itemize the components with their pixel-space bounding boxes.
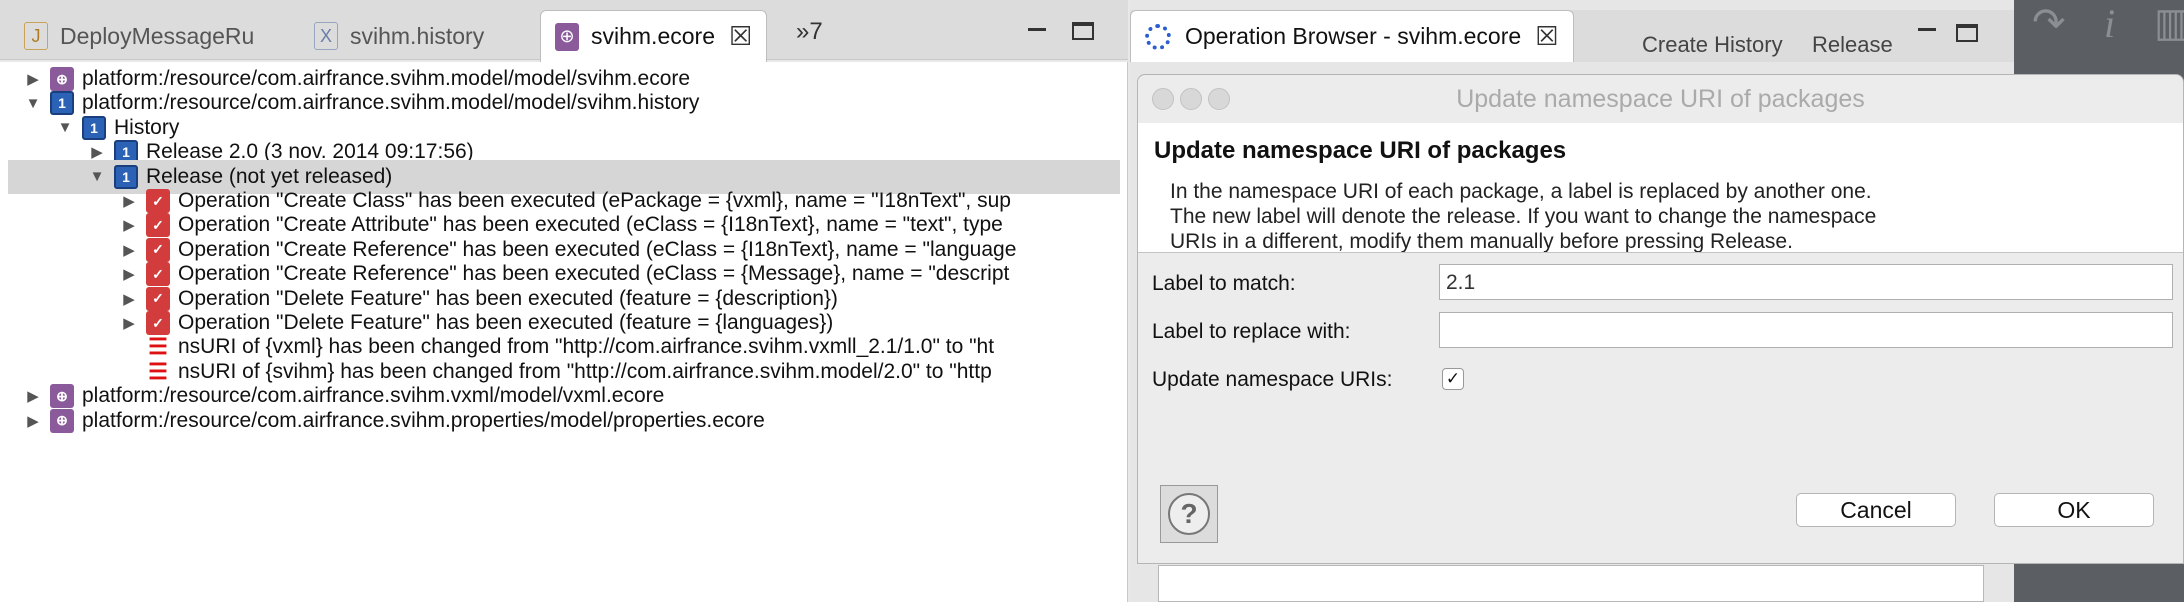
chevron-right-icon[interactable]: ▶ (118, 314, 140, 332)
update-namespace-dialog: Update namespace URI of packages Update … (1137, 74, 2184, 564)
chevron-right-icon[interactable]: ▶ (118, 192, 140, 210)
minimize-icon[interactable] (1028, 28, 1046, 31)
tree-item-label: platform:/resource/com.airfrance.svihm.p… (82, 408, 765, 432)
update-namespace-uris-label: Update namespace URIs: (1152, 368, 1393, 391)
checkmark-icon: ✓ (1445, 369, 1461, 388)
chevron-right-icon[interactable]: ▶ (22, 412, 44, 430)
ecore-file-icon: ⊕ (555, 22, 579, 51)
operation-browser-tab-bar: Operation Browser - svihm.ecore ☒ Create… (1130, 10, 2014, 62)
cancel-button[interactable]: Cancel (1796, 493, 1956, 527)
tab-label: DeployMessageRu (60, 22, 255, 49)
editor-tab-bar: J DeployMessageRu X svihm.history ⊕ svih… (0, 0, 1128, 62)
chevron-right-icon[interactable]: ▶ (86, 143, 108, 161)
minimize-icon[interactable] (1918, 28, 1936, 31)
ecore-package-icon: ⊕ (50, 408, 74, 433)
zoom-window-icon[interactable] (1208, 88, 1230, 110)
gear-icon (1145, 23, 1171, 50)
ok-button[interactable]: OK (1994, 493, 2154, 527)
dialog-description: In the namespace URI of each package, a … (1170, 179, 1990, 253)
tree-item[interactable]: ▶ ⊕ platform:/resource/com.airfrance.svihm… (22, 404, 1128, 438)
close-icon[interactable]: ☒ (1535, 21, 1558, 52)
chevron-right-icon[interactable]: ▶ (118, 241, 140, 259)
description-line: The new label will denote the release. I… (1170, 205, 1877, 228)
chevron-right-icon[interactable]: ▶ (118, 290, 140, 308)
history-file-icon: X (314, 22, 338, 50)
label-to-match-input[interactable]: 2.1 (1439, 264, 2173, 300)
history-tree: ▶ ⊕ platform:/resource/com.airfrance.svihm… (0, 62, 1128, 602)
description-line: URIs in a different, modify them manuall… (1170, 230, 1793, 253)
info-icon[interactable]: i (2104, 0, 2115, 47)
dialog-heading: Update namespace URI of packages (1154, 137, 1567, 164)
dialog-header: Update namespace URI of packages In the … (1138, 123, 2183, 253)
chevron-right-icon[interactable]: ▶ (118, 265, 140, 283)
label-to-match-label: Label to match: (1152, 272, 1296, 295)
dialog-titlebar: Update namespace URI of packages (1138, 75, 2183, 123)
tab-operation-browser[interactable]: Operation Browser - svihm.ecore ☒ (1130, 10, 1574, 62)
chevron-right-icon[interactable]: ▶ (118, 216, 140, 234)
label-to-replace-input[interactable] (1439, 312, 2173, 348)
tab-overflow-button[interactable]: »7 (796, 18, 823, 46)
label-to-replace-label: Label to replace with: (1152, 320, 1351, 343)
maximize-icon[interactable] (1072, 22, 1094, 40)
tab-deploy-message-ru[interactable]: J DeployMessageRu (24, 10, 254, 62)
maximize-icon[interactable] (1956, 24, 1978, 42)
trash-icon[interactable]: ▥ (2154, 0, 2184, 46)
create-history-button[interactable]: Create History (1642, 32, 1783, 58)
chevron-down-icon[interactable]: ▼ (86, 168, 108, 185)
close-icon[interactable]: ☒ (729, 21, 752, 52)
chevron-right-icon[interactable]: ▶ (22, 387, 44, 405)
forward-arrow-icon[interactable]: ↷ (2032, 0, 2066, 46)
tab-label: svihm.history (350, 22, 485, 49)
chevron-down-icon[interactable]: ▼ (54, 119, 76, 136)
chevron-right-icon[interactable]: ▶ (22, 70, 44, 88)
dialog-window-title: Update namespace URI of packages (1456, 84, 1865, 113)
tab-label: svihm.ecore (591, 23, 715, 49)
tab-svihm-history[interactable]: X svihm.history (314, 10, 484, 62)
close-window-icon[interactable] (1152, 88, 1174, 110)
tab-svihm-ecore[interactable]: ⊕ svihm.ecore ☒ (540, 10, 768, 62)
help-icon: ? (1168, 493, 1210, 535)
update-namespace-uris-checkbox[interactable]: ✓ (1442, 368, 1464, 390)
help-button[interactable]: ? (1160, 485, 1218, 543)
description-line: In the namespace URI of each package, a … (1170, 180, 1872, 203)
chevron-down-icon[interactable]: ▼ (22, 95, 44, 112)
java-file-icon: J (24, 22, 48, 50)
minimize-window-icon[interactable] (1180, 88, 1202, 110)
release-button[interactable]: Release (1812, 32, 1893, 58)
background-panel (1158, 565, 1984, 602)
tab-label: Operation Browser - svihm.ecore (1185, 23, 1522, 49)
